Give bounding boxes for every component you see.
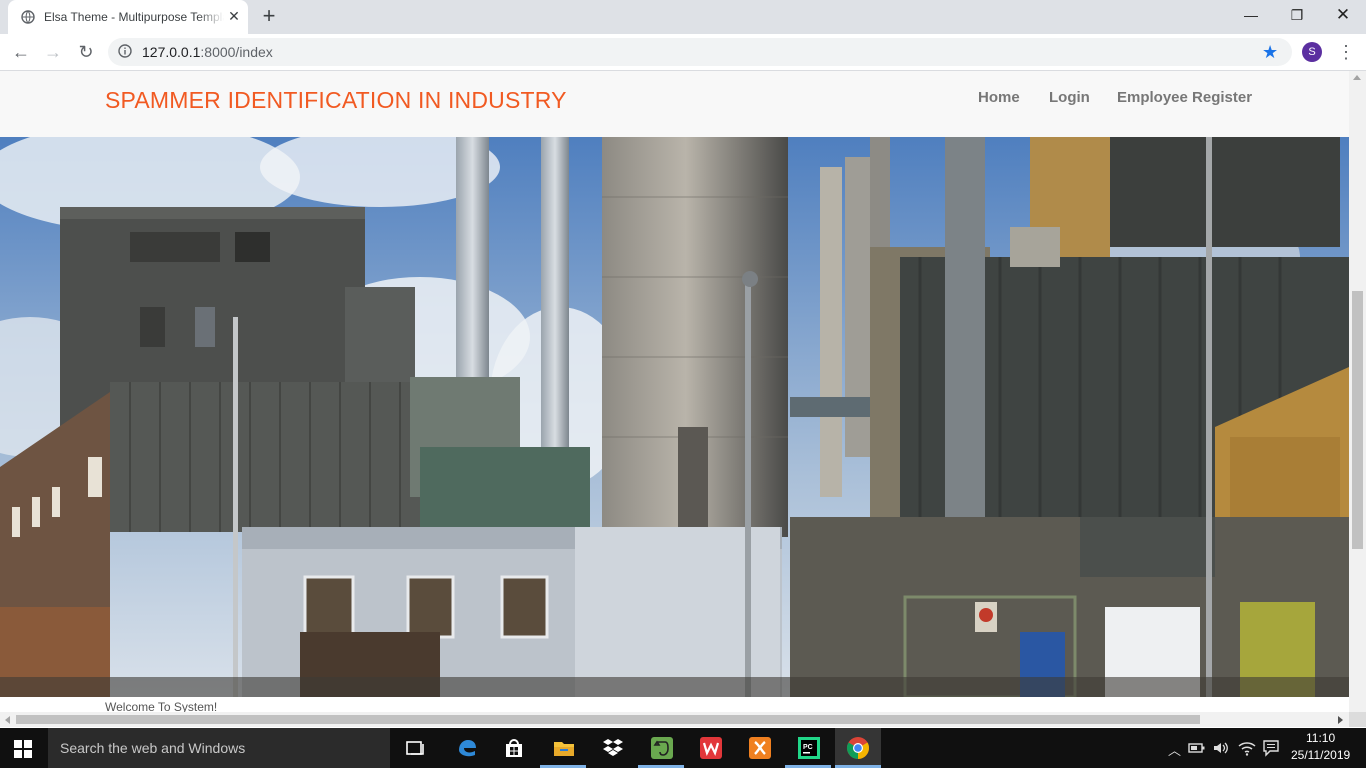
task-view-icon[interactable]: [404, 736, 428, 760]
vertical-scroll-thumb[interactable]: [1352, 291, 1363, 549]
welcome-text: Welcome To System!: [105, 700, 218, 712]
back-arrow-icon[interactable]: ←: [10, 41, 32, 63]
nav-employee-register-link[interactable]: Employee Register: [1117, 89, 1252, 106]
site-navbar: SPAMMER IDENTIFICATION IN INDUSTRY Home …: [0, 71, 1349, 138]
svg-text:PC: PC: [803, 744, 813, 751]
browser-tab[interactable]: Elsa Theme - Multipurpose Template ✕: [8, 0, 248, 34]
wifi-icon[interactable]: [1238, 740, 1256, 756]
clock-time[interactable]: 11:10: [1306, 731, 1335, 745]
pycharm-icon[interactable]: PC: [797, 736, 821, 760]
wps-office-icon[interactable]: [699, 736, 723, 760]
clock-date[interactable]: 25/11/2019: [1291, 748, 1350, 762]
horizontal-scrollbar[interactable]: [0, 712, 1349, 727]
browser-tabstrip: Elsa Theme - Multipurpose Template ✕ + —…: [0, 0, 1366, 34]
site-brand[interactable]: SPAMMER IDENTIFICATION IN INDUSTRY: [105, 87, 567, 114]
browser-toolbar: ← → ↻ 127.0.0.1:8000/index ★ S ⋮: [0, 34, 1366, 71]
address-bar[interactable]: 127.0.0.1:8000/index ★: [108, 38, 1292, 66]
new-tab-button[interactable]: +: [258, 5, 280, 28]
scroll-up-arrow-icon[interactable]: [1353, 75, 1361, 80]
action-center-icon[interactable]: [1262, 739, 1280, 757]
edge-icon[interactable]: [455, 736, 479, 760]
xampp-icon[interactable]: [748, 736, 772, 760]
hero-image: [0, 137, 1349, 697]
minimize-icon[interactable]: —: [1228, 0, 1274, 30]
taskbar-search-placeholder: Search the web and Windows: [60, 740, 246, 756]
battery-icon[interactable]: [1188, 740, 1206, 756]
globe-icon: [21, 10, 35, 24]
evernote-icon[interactable]: [650, 736, 674, 760]
bookmark-star-icon[interactable]: ★: [1262, 42, 1278, 63]
horizontal-scroll-thumb[interactable]: [16, 715, 1200, 724]
nav-home-link[interactable]: Home: [978, 89, 1020, 106]
scroll-left-arrow-icon[interactable]: [5, 716, 10, 724]
url-path: :8000/index: [200, 44, 273, 60]
scrollbar-corner: [1349, 712, 1366, 727]
taskbar-search-box[interactable]: Search the web and Windows: [48, 728, 390, 768]
tray-chevron-up-icon[interactable]: ︿: [1168, 740, 1181, 759]
close-tab-icon[interactable]: ✕: [226, 8, 242, 24]
industrial-plant-illustration: [0, 137, 1349, 697]
tab-title: Elsa Theme - Multipurpose Template: [44, 10, 224, 24]
nav-login-link[interactable]: Login: [1049, 89, 1090, 106]
info-icon[interactable]: [118, 44, 132, 58]
store-icon[interactable]: [502, 736, 526, 760]
menu-dots-icon[interactable]: ⋮: [1336, 41, 1356, 63]
volume-icon[interactable]: [1212, 740, 1230, 756]
windows-start-icon[interactable]: [14, 740, 32, 758]
page-viewport: SPAMMER IDENTIFICATION IN INDUSTRY Home …: [0, 71, 1349, 712]
windows-taskbar: Search the web and Windows PC ︿ 11:10 25…: [0, 728, 1366, 768]
scroll-right-arrow-icon[interactable]: [1338, 716, 1343, 724]
url-host: 127.0.0.1: [142, 44, 201, 60]
close-window-icon[interactable]: ✕: [1320, 0, 1366, 30]
profile-avatar[interactable]: S: [1302, 42, 1322, 62]
vertical-scrollbar[interactable]: [1349, 71, 1366, 712]
reload-icon[interactable]: ↻: [75, 41, 97, 63]
chrome-icon[interactable]: [846, 736, 870, 760]
url-text: 127.0.0.1:8000/index: [142, 44, 273, 60]
dropbox-icon[interactable]: [601, 736, 625, 760]
restore-icon[interactable]: ❐: [1274, 0, 1320, 30]
forward-arrow-icon[interactable]: →: [42, 41, 64, 63]
file-explorer-icon[interactable]: [552, 736, 576, 760]
